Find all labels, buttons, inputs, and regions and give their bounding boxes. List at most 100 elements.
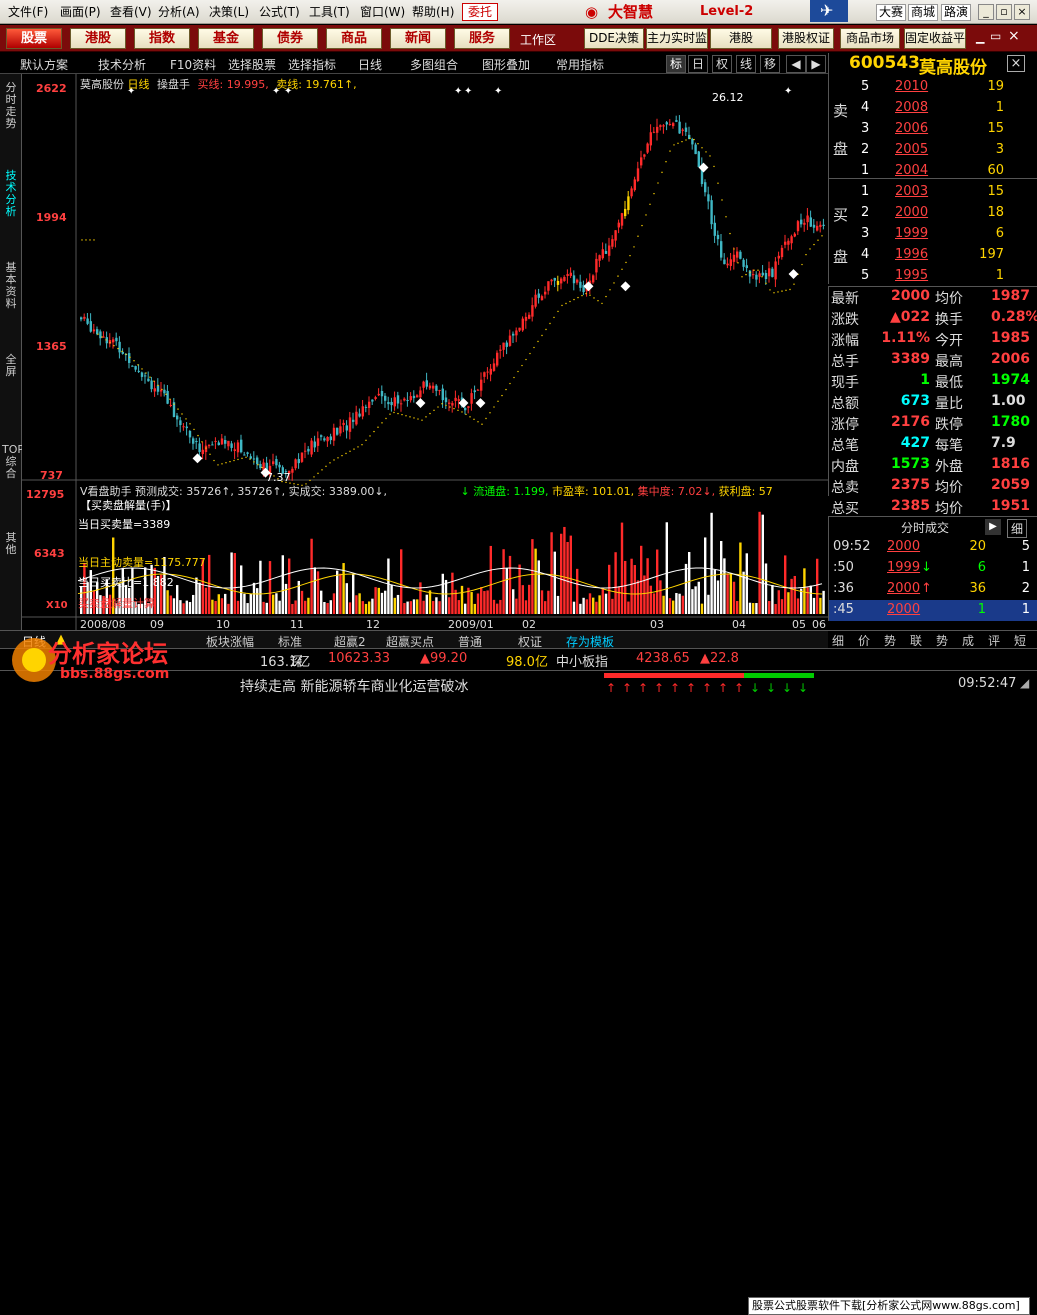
nav-news[interactable]: 新闻 bbox=[390, 28, 446, 49]
strip-top-composite[interactable]: TOP综合 bbox=[2, 444, 24, 480]
sell-row[interactable]: 5 2010 19 bbox=[829, 77, 1037, 98]
nav-stocks[interactable]: 股票 bbox=[6, 28, 62, 49]
sell-price[interactable]: 2005 bbox=[895, 142, 928, 157]
right-tab[interactable]: 评 bbox=[988, 632, 1000, 649]
buy-price[interactable]: 1999 bbox=[895, 226, 928, 241]
nav-dde[interactable]: DDE决策 bbox=[584, 28, 644, 49]
nav-fixed-income[interactable]: 固定收益平 bbox=[904, 28, 966, 49]
buy-row[interactable]: 5 1995 1 bbox=[829, 266, 1037, 287]
strip-fullscreen[interactable]: 全屏 bbox=[2, 354, 20, 378]
scroll-right-icon[interactable]: ▶ bbox=[806, 55, 826, 73]
buy-price[interactable]: 2003 bbox=[895, 184, 928, 199]
toolbar-select-indicator[interactable]: 选择指标 bbox=[288, 56, 336, 73]
tick-detail-button[interactable]: 细 bbox=[1007, 519, 1028, 538]
panel-close-icon[interactable]: × bbox=[1008, 28, 1020, 44]
sell-row[interactable]: 1 2004 60 bbox=[829, 161, 1037, 182]
nav-service[interactable]: 服务 bbox=[454, 28, 510, 49]
toggle-move[interactable]: 移 bbox=[760, 55, 780, 73]
top-link-contest[interactable]: 大赛 bbox=[876, 4, 907, 21]
toggle-mark[interactable]: 标 bbox=[666, 55, 686, 73]
sell-price[interactable]: 2004 bbox=[895, 163, 928, 178]
close-panel-icon[interactable]: × bbox=[1007, 55, 1025, 72]
right-tab[interactable]: 成 bbox=[962, 632, 974, 649]
toolbar-common-indicator[interactable]: 常用指标 bbox=[556, 56, 604, 73]
menu-file[interactable]: 文件(F) bbox=[8, 3, 48, 20]
scroll-left-icon[interactable]: ◀ bbox=[786, 55, 806, 73]
buy-row[interactable]: 4 1996 197 bbox=[829, 245, 1037, 266]
toolbar-tech[interactable]: 技术分析 bbox=[98, 56, 146, 73]
strip-technical[interactable]: 技术分析 bbox=[2, 170, 20, 218]
strip-intraday[interactable]: 分时走势 bbox=[2, 82, 20, 130]
nav-hk-warrant[interactable]: 港股权证 bbox=[778, 28, 834, 49]
resize-grip-icon[interactable]: ◢ bbox=[1020, 676, 1029, 690]
nav-index[interactable]: 指数 bbox=[134, 28, 190, 49]
sell-row[interactable]: 2 2005 3 bbox=[829, 140, 1037, 161]
strip-fundamentals[interactable]: 基本资料 bbox=[2, 262, 20, 310]
nav-main-force[interactable]: 主力实时监 bbox=[646, 28, 708, 49]
toolbar-overlay[interactable]: 图形叠加 bbox=[482, 56, 530, 73]
menu-formula[interactable]: 公式(T) bbox=[259, 3, 300, 20]
right-tab[interactable]: 联 bbox=[910, 632, 922, 649]
nav-bonds[interactable]: 债券 bbox=[262, 28, 318, 49]
tick-row[interactable]: 09:52 2000 20 5 bbox=[829, 537, 1037, 558]
toggle-day[interactable]: 日 bbox=[688, 55, 708, 73]
nav-commodity-market[interactable]: 商品市场 bbox=[840, 28, 900, 49]
toolbar-multi[interactable]: 多图组合 bbox=[410, 56, 458, 73]
nav-hk[interactable]: 港股 bbox=[710, 28, 772, 49]
menu-view[interactable]: 查看(V) bbox=[110, 3, 152, 20]
volume-bar bbox=[633, 565, 636, 614]
tick-row[interactable]: :50 1999 ↓ 6 1 bbox=[829, 558, 1037, 579]
buy-price[interactable]: 1996 bbox=[895, 247, 928, 262]
top-link-roadshow[interactable]: 路演 bbox=[941, 4, 972, 21]
toolbar-scheme[interactable]: 默认方案 bbox=[20, 56, 68, 73]
buy-row[interactable]: 3 1999 6 bbox=[829, 224, 1037, 245]
buy-row[interactable]: 2 2000 18 bbox=[829, 203, 1037, 224]
right-tab[interactable]: 短 bbox=[1014, 632, 1026, 649]
sell-row[interactable]: 3 2006 15 bbox=[829, 119, 1037, 140]
minimize-icon[interactable]: _ bbox=[978, 4, 994, 20]
close-icon[interactable]: × bbox=[1014, 4, 1030, 20]
chart-area[interactable]: ✦ ✦ ✦ ✦ ✦ ✦ ✦ 2622 1994 1365 737 12795 6343 X1… bbox=[22, 74, 828, 631]
candle-body bbox=[630, 188, 633, 197]
breadth-arrow: ↑ bbox=[702, 681, 712, 695]
menu-analysis[interactable]: 分析(A) bbox=[158, 3, 200, 20]
right-tab[interactable]: 价 bbox=[858, 632, 870, 649]
news-headline[interactable]: 持续走高 新能源轿车商业化运营破冰 bbox=[240, 676, 468, 696]
toggle-right[interactable]: 权 bbox=[712, 55, 732, 73]
toolbar-f10[interactable]: F10资料 bbox=[170, 56, 216, 73]
restore-icon[interactable]: ▫ bbox=[996, 4, 1012, 20]
buy-price[interactable]: 2000 bbox=[895, 205, 928, 220]
ad-banner[interactable]: 股票公式股票软件下载[分析家公式网www.88gs.com] bbox=[748, 1297, 1030, 1315]
top-link-mall[interactable]: 商城 bbox=[908, 4, 939, 21]
quote-value-left: 1.11% bbox=[881, 330, 930, 346]
menu-help[interactable]: 帮助(H) bbox=[412, 3, 454, 20]
buy-row[interactable]: 1 2003 15 bbox=[829, 182, 1037, 203]
nav-funds[interactable]: 基金 bbox=[198, 28, 254, 49]
menu-screen[interactable]: 画面(P) bbox=[60, 3, 101, 20]
strip-other[interactable]: 其他 bbox=[2, 532, 20, 556]
nav-commodity[interactable]: 商品 bbox=[326, 28, 382, 49]
panel-restore-icon[interactable]: ▭ bbox=[990, 29, 1001, 43]
menu-tools[interactable]: 工具(T) bbox=[309, 3, 350, 20]
right-tab[interactable]: 势 bbox=[884, 632, 896, 649]
sell-price[interactable]: 2008 bbox=[895, 100, 928, 115]
buy-price[interactable]: 1995 bbox=[895, 268, 928, 283]
toggle-line[interactable]: 线 bbox=[736, 55, 756, 73]
sell-row[interactable]: 4 2008 1 bbox=[829, 98, 1037, 119]
tick-row[interactable]: :45 2000 1 1 bbox=[829, 600, 1037, 621]
right-tab[interactable]: 细 bbox=[832, 632, 844, 649]
toolbar-select-stock[interactable]: 选择股票 bbox=[228, 56, 276, 73]
tick-row[interactable]: :36 2000 ↑ 36 2 bbox=[829, 579, 1037, 600]
sell-price[interactable]: 2010 bbox=[895, 79, 928, 94]
kline-chart[interactable]: ✦ ✦ ✦ ✦ ✦ ✦ ✦ bbox=[22, 74, 828, 630]
trade-button[interactable]: 委托 bbox=[462, 3, 498, 21]
sell-price[interactable]: 2006 bbox=[895, 121, 928, 136]
panel-min-icon[interactable]: ▁ bbox=[976, 31, 984, 44]
nav-hk-stocks[interactable]: 港股 bbox=[70, 28, 126, 49]
toolbar-period[interactable]: 日线 bbox=[358, 56, 382, 73]
candle-body bbox=[147, 378, 150, 382]
tick-play-icon[interactable]: ▶ bbox=[985, 519, 1001, 535]
menu-window[interactable]: 窗口(W) bbox=[360, 3, 405, 20]
right-tab[interactable]: 势 bbox=[936, 632, 948, 649]
menu-decision[interactable]: 决策(L) bbox=[209, 3, 249, 20]
